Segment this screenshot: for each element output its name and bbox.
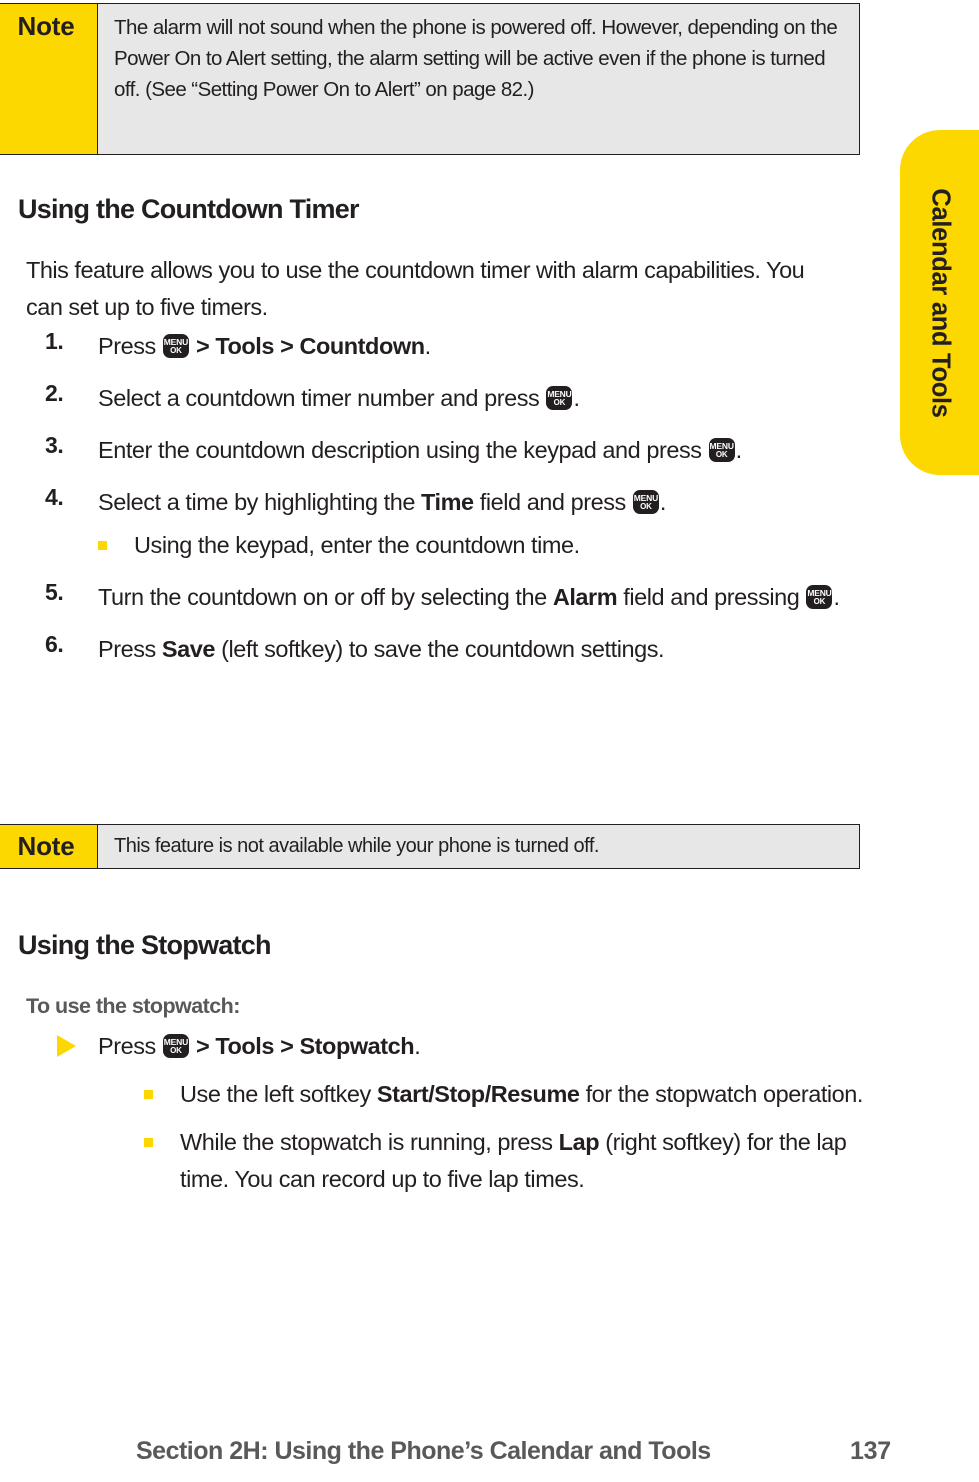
triangle-bullet-icon: [57, 1035, 76, 1057]
step-number: 3.: [45, 432, 64, 458]
numbered-step: 5. Turn the countdown on or off by select…: [18, 579, 888, 616]
inline-text: for the stopwatch operation.: [579, 1081, 864, 1107]
section-thumb-tab: Calendar and Tools: [900, 130, 979, 475]
inline-text: .: [414, 1033, 421, 1059]
note-box-feature-unavailable: Note This feature is not available while…: [0, 824, 860, 869]
step-text: Select a countdown timer number and pres…: [98, 380, 888, 417]
section-thumb-tab-label: Calendar and Tools: [926, 187, 954, 418]
step-text: Press Save (left softkey) to save the co…: [98, 631, 888, 668]
menu-ok-key-bottom-label: OK: [640, 502, 652, 511]
emphasis-text: Start/Stop/Resume: [376, 1081, 580, 1107]
page-canvas: Note The alarm will not sound when the p…: [0, 0, 979, 1482]
footer-page-number: 137: [850, 1437, 891, 1465]
arrow-bullet-item: Press MENU OK > Tools > Stopwatch. Use the…: [18, 1028, 888, 1198]
note-label: Note: [17, 11, 75, 41]
inline-text: Turn the countdown on or off by selectin…: [98, 584, 553, 610]
step-number: 2.: [45, 380, 64, 406]
step-number: 5.: [45, 579, 64, 605]
inline-text: Using the keypad, enter the countdown ti…: [134, 532, 580, 558]
sub-bullet-list: Using the keypad, enter the countdown ti…: [98, 527, 888, 564]
inline-text: Press: [98, 333, 162, 359]
inline-text: .: [659, 489, 667, 515]
inline-text: Use the left softkey: [180, 1081, 377, 1107]
sub-bullet-item: Using the keypad, enter the countdown ti…: [98, 527, 888, 564]
numbered-step: 4. Select a time by highlighting the Time…: [18, 484, 888, 564]
inline-text: field and press: [473, 489, 632, 515]
note-label-cell: Note: [0, 825, 98, 868]
step-text: Press MENU OK > Tools > Countdown.: [98, 328, 888, 365]
inline-text: .: [424, 333, 432, 359]
square-bullet-icon: [144, 1138, 153, 1147]
square-bullet-icon: [144, 1090, 153, 1099]
menu-ok-key-bottom-label: OK: [553, 398, 566, 407]
emphasis-text: Time: [421, 489, 474, 515]
sub-bullet-text: Use the left softkey Start/Stop/Resume f…: [180, 1076, 888, 1113]
menu-ok-key-bottom-label: OK: [813, 597, 826, 606]
note-body-cell: This feature is not available while your…: [98, 825, 859, 868]
emphasis-text: > Tools > Stopwatch: [189, 1033, 415, 1059]
sub-bullet-item: While the stopwatch is running, press La…: [144, 1124, 888, 1198]
menu-ok-key-bottom-label: OK: [170, 346, 182, 355]
arrow-bullet-text: Press MENU OK > Tools > Stopwatch.: [98, 1028, 888, 1065]
countdown-steps-list: 1. Press MENU OK > Tools > Countdown. 2. Sel…: [18, 328, 888, 683]
emphasis-text: Lap: [558, 1129, 600, 1155]
inline-text: Enter the countdown description using th…: [98, 437, 708, 463]
note-label-cell: Note: [0, 4, 98, 154]
note-text: The alarm will not sound when the phone …: [114, 16, 838, 101]
note-body-cell: The alarm will not sound when the phone …: [98, 4, 859, 154]
menu-ok-key-icon: MENU OK: [806, 585, 833, 609]
inline-text: Press: [98, 1033, 162, 1059]
subheading-to-use-the-stopwatch: To use the stopwatch:: [26, 993, 240, 1018]
menu-ok-key-icon: MENU OK: [162, 1034, 189, 1058]
step-text: Select a time by highlighting the Time f…: [98, 484, 888, 521]
numbered-step: 3. Enter the countdown description using …: [18, 432, 888, 469]
sub-bullet-list: Use the left softkey Start/Stop/Resume f…: [98, 1076, 888, 1198]
note-text: This feature is not available while your…: [114, 834, 600, 857]
inline-text: (left softkey) to save the countdown set…: [215, 636, 665, 662]
menu-ok-key-icon: MENU OK: [546, 386, 573, 410]
numbered-step: 1. Press MENU OK > Tools > Countdown.: [18, 328, 888, 365]
square-bullet-icon: [98, 541, 107, 550]
sub-bullet-text: Using the keypad, enter the countdown ti…: [134, 527, 888, 564]
inline-text: .: [735, 437, 743, 463]
footer-section-title: Section 2H: Using the Phone’s Calendar a…: [136, 1437, 711, 1465]
menu-ok-key-icon: MENU OK: [162, 334, 189, 358]
inline-text: Press: [98, 636, 162, 662]
stopwatch-instruction-group: Press MENU OK > Tools > Stopwatch. Use the…: [18, 1028, 888, 1198]
heading-using-the-stopwatch: Using the Stopwatch: [18, 930, 272, 961]
step-number: 6.: [45, 631, 64, 657]
inline-text: .: [833, 584, 840, 610]
countdown-intro-paragraph: This feature allows you to use the count…: [26, 256, 805, 320]
inline-text: .: [573, 385, 580, 411]
numbered-step: 6. Press Save (left softkey) to save the …: [18, 631, 888, 668]
emphasis-text: > Tools > Countdown: [189, 333, 425, 359]
emphasis-text: Save: [161, 636, 216, 662]
inline-text: field and pressing: [617, 584, 806, 610]
emphasis-text: Alarm: [552, 584, 618, 610]
step-text: Enter the countdown description using th…: [98, 432, 888, 469]
inline-text: While the stopwatch is running, press: [180, 1129, 559, 1155]
sub-bullet-text: While the stopwatch is running, press La…: [180, 1124, 888, 1198]
inline-text: Select a time by highlighting the: [98, 489, 422, 515]
menu-ok-key-bottom-label: OK: [715, 450, 728, 459]
heading-using-the-countdown-timer: Using the Countdown Timer: [18, 194, 359, 225]
inline-text: Select a countdown timer number and pres…: [98, 385, 546, 411]
note-box-alarm: Note The alarm will not sound when the p…: [0, 3, 860, 155]
step-number: 1.: [45, 328, 64, 354]
numbered-step: 2. Select a countdown timer number and pr…: [18, 380, 888, 417]
step-text: Turn the countdown on or off by selectin…: [98, 579, 888, 616]
note-label: Note: [17, 831, 75, 861]
menu-ok-key-icon: MENU OK: [632, 490, 659, 514]
sub-bullet-item: Use the left softkey Start/Stop/Resume f…: [144, 1076, 888, 1113]
menu-ok-key-icon: MENU OK: [708, 438, 735, 462]
step-number: 4.: [45, 484, 64, 510]
menu-ok-key-bottom-label: OK: [170, 1046, 182, 1055]
